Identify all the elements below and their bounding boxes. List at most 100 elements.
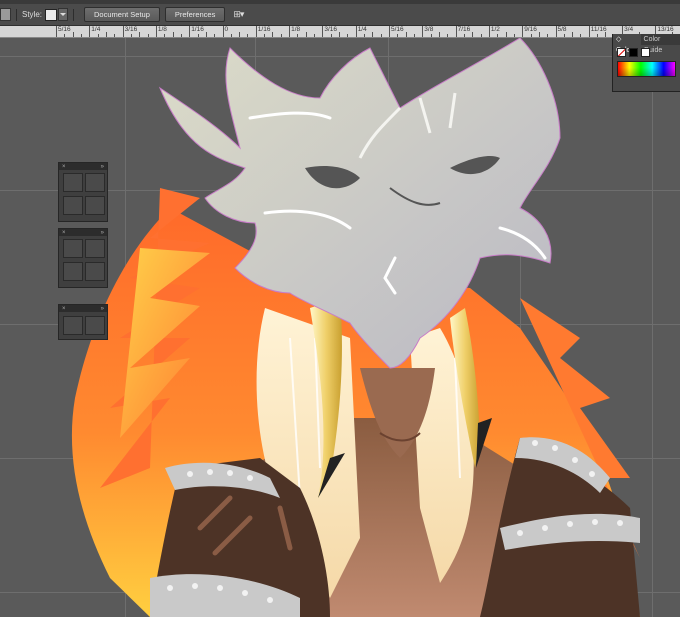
ruler-minor-tick <box>530 34 532 37</box>
ruler-tick <box>89 26 91 37</box>
layers-panel-icon[interactable] <box>63 239 83 258</box>
align-panel-icon[interactable] <box>63 173 83 192</box>
ruler-minor-tick <box>580 34 582 37</box>
ruler-label: 9/16 <box>524 26 537 33</box>
style-label: Style: <box>22 10 43 19</box>
ruler-label: 5/8 <box>557 26 567 33</box>
ruler-tick <box>155 26 157 37</box>
divider <box>16 8 17 21</box>
graphic-style-swatch[interactable] <box>45 8 58 21</box>
panel-header[interactable]: ×» <box>59 229 107 236</box>
ruler-minor-tick <box>80 34 82 37</box>
ruler-label: 11/16 <box>590 26 607 33</box>
ruler-label: 7/16 <box>457 26 471 33</box>
transparency-panel-icon[interactable] <box>85 262 105 281</box>
document-setup-button[interactable]: Document Setup <box>84 7 160 22</box>
ruler-minor-tick <box>597 34 599 37</box>
ruler-minor-tick <box>547 34 549 37</box>
arrange-documents-icon[interactable]: ⊞▾ <box>233 9 244 20</box>
ruler-minor-tick <box>605 32 607 37</box>
close-icon[interactable]: × <box>62 230 66 236</box>
ruler-label: 0 <box>224 26 229 33</box>
ruler-label: 3/16 <box>324 26 338 33</box>
color-panel-tabs: ◇ Color Color Guide <box>613 34 680 54</box>
ruler-minor-tick <box>97 34 99 37</box>
none-swatch[interactable] <box>617 48 626 57</box>
ruler-label: 1/16 <box>191 26 204 33</box>
ruler-minor-tick <box>314 34 316 37</box>
ruler-minor-tick <box>364 34 366 37</box>
ruler-tick <box>222 26 224 37</box>
ruler-minor-tick <box>64 34 66 37</box>
tools-panel-character[interactable]: ×» <box>58 304 108 340</box>
ruler-minor-tick <box>330 34 332 37</box>
ruler-label: 1/4 <box>91 26 101 33</box>
ruler-minor-tick <box>139 32 141 37</box>
ruler-minor-tick <box>272 32 274 37</box>
appearance-panel-icon[interactable] <box>63 262 83 281</box>
ruler-label: 3/16 <box>124 26 138 33</box>
ruler-minor-tick <box>438 32 440 37</box>
ruler-tick <box>555 26 557 37</box>
artboard-canvas[interactable]: ×» ×» ×» <box>0 38 680 617</box>
preferences-button[interactable]: Preferences <box>164 7 226 22</box>
ruler-minor-tick <box>105 32 107 37</box>
pathfinder-panel-icon[interactable] <box>63 196 83 215</box>
color-spectrum[interactable] <box>617 61 676 77</box>
ruler-minor-tick <box>172 32 174 37</box>
paragraph-panel-icon[interactable] <box>85 316 105 335</box>
ruler-tick <box>389 26 390 37</box>
ruler-minor-tick <box>347 34 349 37</box>
collapse-icon[interactable]: » <box>101 164 104 170</box>
ruler-minor-tick <box>505 32 507 37</box>
control-bar: Style: Document Setup Preferences ⊞▾ <box>0 4 680 26</box>
ruler-label: 1/8 <box>157 26 167 33</box>
ruler-minor-tick <box>397 34 399 37</box>
ruler-minor-tick <box>214 34 216 37</box>
ruler-label: 1/2 <box>490 26 500 33</box>
ruler-tick <box>255 26 257 37</box>
ruler-minor-tick <box>572 32 574 37</box>
tools-panel-transform[interactable]: ×» <box>58 162 108 222</box>
style-dropdown[interactable] <box>58 8 69 21</box>
ruler-minor-tick <box>164 34 166 37</box>
black-swatch[interactable] <box>629 48 638 57</box>
tools-panel-layers[interactable]: ×» <box>58 228 108 288</box>
panel-header[interactable]: ×» <box>59 163 107 170</box>
stroke-swatch[interactable] <box>0 8 11 21</box>
ruler-minor-tick <box>180 34 182 37</box>
ruler-minor-tick <box>563 34 565 37</box>
ruler-minor-tick <box>447 34 449 37</box>
collapse-icon[interactable]: » <box>101 230 104 236</box>
ruler-minor-tick <box>230 34 232 37</box>
ruler-minor-tick <box>297 34 299 37</box>
character-panel-icon[interactable] <box>63 316 83 335</box>
tab-color-guide[interactable]: Color Guide <box>641 34 680 54</box>
collapse-icon[interactable]: » <box>101 306 104 312</box>
ruler-minor-tick <box>480 34 482 37</box>
ruler-minor-tick <box>463 34 465 37</box>
stroke-panel-icon[interactable] <box>85 196 105 215</box>
ruler-tick <box>322 26 324 37</box>
ruler-label: 1/8 <box>291 26 301 33</box>
ruler-minor-tick <box>147 34 149 37</box>
ruler-minor-tick <box>472 32 474 37</box>
ruler-tick <box>522 26 524 37</box>
close-icon[interactable]: × <box>62 164 66 170</box>
transform-panel-icon[interactable] <box>85 173 105 192</box>
ruler-tick <box>355 26 357 37</box>
artboards-panel-icon[interactable] <box>85 239 105 258</box>
ruler-minor-tick <box>513 34 515 37</box>
tab-color[interactable]: ◇ Color <box>613 34 641 54</box>
ruler-label: 3/8 <box>424 26 434 33</box>
close-icon[interactable]: × <box>62 306 66 312</box>
panel-header[interactable]: ×» <box>59 305 107 312</box>
ruler-minor-tick <box>205 32 207 37</box>
ruler-minor-tick <box>72 32 74 37</box>
ruler-tick <box>422 26 424 37</box>
ruler-label: 5/16 <box>391 26 404 33</box>
ruler-label: 1/16 <box>257 26 271 33</box>
white-swatch[interactable] <box>641 48 650 57</box>
divider <box>73 8 75 21</box>
ruler-minor-tick <box>114 34 116 37</box>
